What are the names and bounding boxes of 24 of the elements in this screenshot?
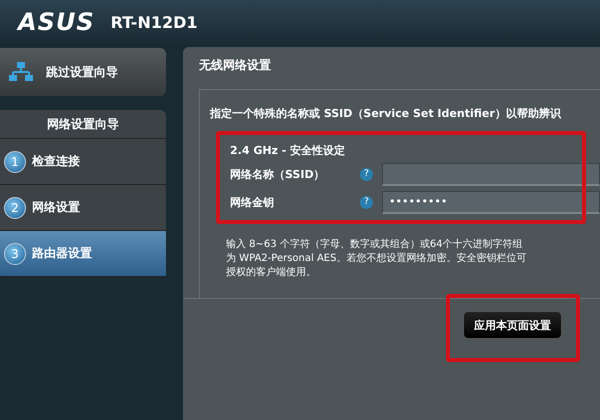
network-icon	[8, 61, 34, 83]
help-icon[interactable]: ?	[360, 196, 373, 208]
model-name: RT-N12D1	[110, 12, 198, 32]
skip-wizard-button[interactable]: 跳过设置向导	[0, 48, 166, 96]
step-number-icon: 1	[4, 150, 26, 172]
panel-title: 无线网络设置	[199, 57, 272, 74]
step-number-icon: 3	[4, 242, 26, 264]
wizard-step[interactable]: 3 路由器设置	[0, 231, 166, 277]
brand-logo: ASUS	[18, 8, 95, 36]
help-icon[interactable]: ?	[360, 168, 373, 180]
apply-button[interactable]: 应用本页面设置	[463, 311, 562, 339]
field-label: 网络名称（SSID）	[230, 166, 326, 182]
input-field[interactable]	[382, 162, 600, 186]
section-title: 2.4 GHz - 安全性设定	[230, 143, 346, 158]
description-text: 输入 8~63 个字符（字母、数字或其组合）或64个十六进制字符组 为 WPA2-Personal AES。若您不想设置网络加密。安全密钥栏位可 授权的客户端使用。	[226, 238, 528, 280]
step-number-icon: 2	[4, 196, 26, 218]
field-label: 网络金钥	[230, 194, 275, 210]
step-label: 网络设置	[32, 199, 80, 216]
step-label: 检查连接	[32, 153, 80, 170]
input-field[interactable]: •••••••••	[382, 190, 600, 214]
step-label: 路由器设置	[32, 245, 92, 262]
instruction-text: 指定一个特殊的名称或 SSID（Service Set Identifier）以帮助辨识	[210, 106, 562, 121]
wizard-step[interactable]: 1 检查连接	[0, 139, 166, 185]
wizard-title: 网络设置向导	[0, 110, 166, 139]
